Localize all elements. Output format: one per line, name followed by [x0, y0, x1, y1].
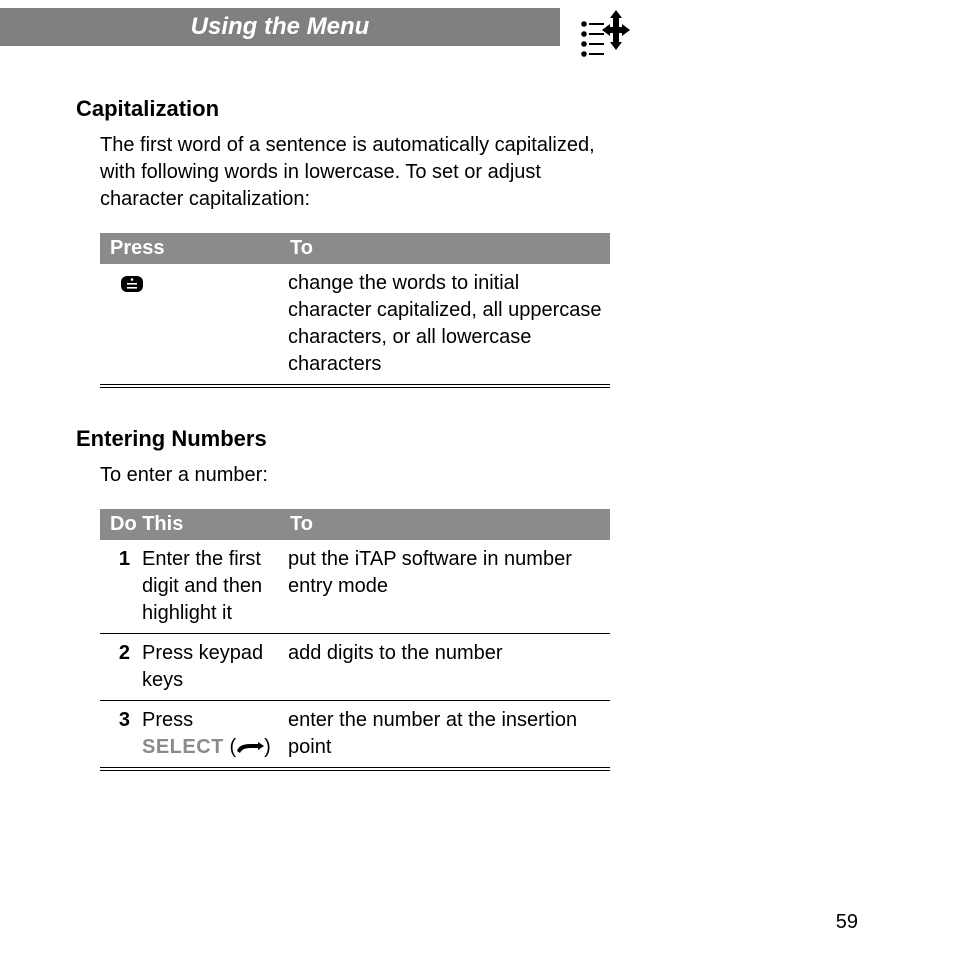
cell-to: add digits to the number: [280, 634, 610, 701]
header-do-this: Do This: [100, 509, 280, 540]
table-row: 1 Enter the first digit and then highlig…: [100, 540, 610, 634]
page-header: Using the Menu: [0, 0, 954, 70]
navigation-list-icon: [578, 10, 632, 58]
cell-do: Enter the first digit and then highlight…: [134, 546, 272, 627]
table-header-row: Do This To: [100, 509, 610, 540]
page-content: Capitalization The first word of a sente…: [0, 70, 954, 771]
header-title: Using the Menu: [0, 8, 560, 46]
cell-to: change the words to initial character ca…: [280, 264, 610, 386]
menu-key-icon: [120, 275, 144, 293]
header-to: To: [280, 233, 610, 264]
page-number: 59: [836, 911, 858, 934]
cell-do: Press keypad keys: [134, 640, 272, 694]
cell-to: enter the number at the insertion point: [280, 701, 610, 770]
header-to: To: [280, 509, 610, 540]
step-number: 3: [108, 707, 134, 761]
step-number: 1: [108, 546, 134, 627]
softkey-label: SELECT: [142, 736, 224, 758]
table-capitalization: Press To change the words to initial cha: [100, 233, 610, 388]
table-row: 3 Press SELECT () enter the number at th…: [100, 701, 610, 770]
table-row: 2 Press keypad keys add digits to the nu…: [100, 634, 610, 701]
heading-entering-numbers: Entering Numbers: [76, 426, 878, 452]
step-number: 2: [108, 640, 134, 694]
intro-capitalization: The first word of a sentence is automati…: [100, 132, 620, 213]
table-entering-numbers: Do This To 1 Enter the first digit and t…: [100, 509, 610, 771]
table-header-row: Press To: [100, 233, 610, 264]
header-press: Press: [100, 233, 280, 264]
heading-capitalization: Capitalization: [76, 96, 878, 122]
cell-to: put the iTAP software in number entry mo…: [280, 540, 610, 634]
intro-entering-numbers: To enter a number:: [100, 462, 620, 489]
cell-do: Press SELECT (): [134, 707, 272, 761]
right-softkey-icon: [236, 742, 264, 754]
table-row: change the words to initial character ca…: [100, 264, 610, 386]
